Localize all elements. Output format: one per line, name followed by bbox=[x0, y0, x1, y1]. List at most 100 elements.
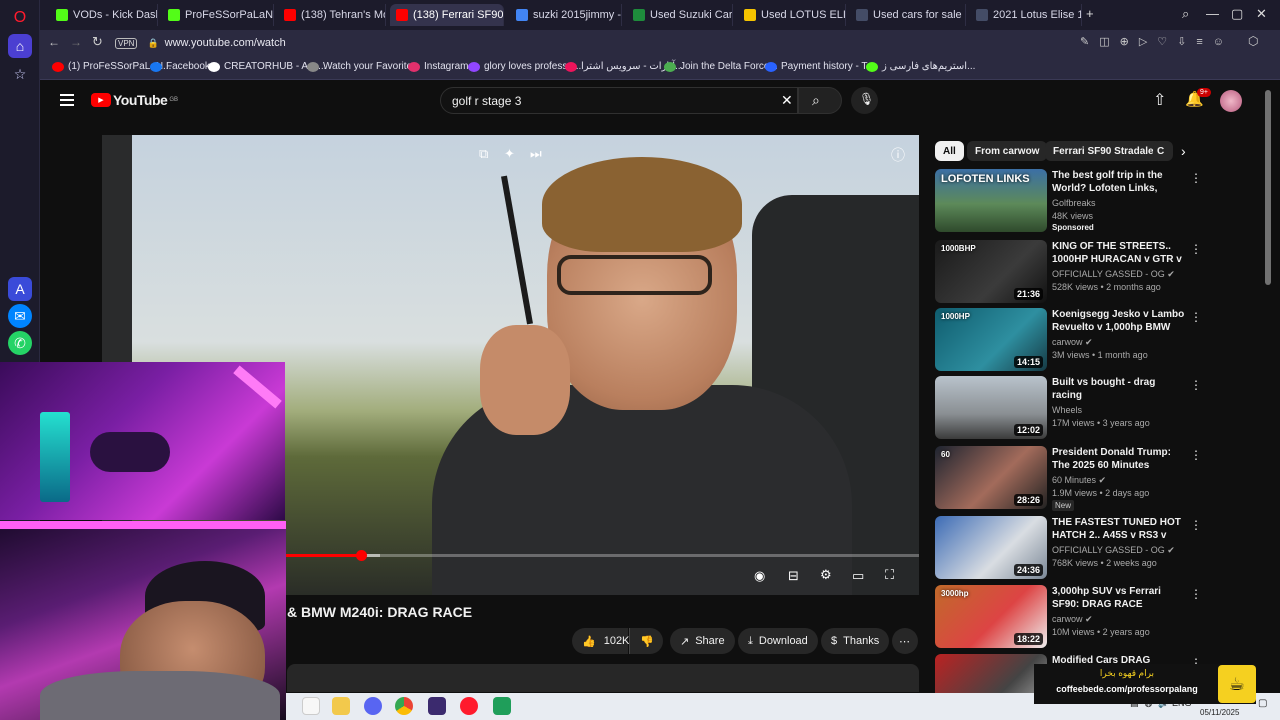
minimize-icon[interactable]: — bbox=[1206, 6, 1219, 21]
channel-row[interactable]: carwow ✔ bbox=[1052, 337, 1093, 348]
aria-icon[interactable]: A bbox=[8, 277, 32, 301]
video-thumbnail[interactable]: 24:36 bbox=[935, 516, 1047, 579]
video-title-link[interactable]: Built vs bought - drag racing bbox=[1052, 376, 1188, 402]
chrome-icon[interactable] bbox=[395, 697, 413, 715]
avatar[interactable] bbox=[1220, 90, 1242, 112]
home-icon[interactable]: ⌂ bbox=[8, 34, 32, 58]
video-title-link[interactable]: President Donald Trump: The 2025 60 Minu… bbox=[1052, 446, 1188, 472]
extensions-icon[interactable]: ⬡ bbox=[1248, 34, 1258, 48]
new-tab-icon[interactable]: + bbox=[1086, 6, 1094, 21]
bookmark-item[interactable]: Watch your Favorite... bbox=[307, 61, 420, 72]
video-thumbnail[interactable]: 60 28:26 bbox=[935, 446, 1047, 509]
recommended-video[interactable]: LOFOTEN LINKS The best golf trip in the W… bbox=[935, 169, 1202, 233]
close-window-icon[interactable]: ✕ bbox=[1256, 6, 1267, 22]
autoplay-toggle-icon[interactable]: ◉ bbox=[754, 568, 765, 584]
search-input[interactable]: golf r stage 3 bbox=[440, 87, 798, 114]
channel-row[interactable]: carwow ✔ bbox=[1052, 614, 1093, 625]
video-title-link[interactable]: Koenigsegg Jesko v Lambo Revuelto v 1,00… bbox=[1052, 308, 1188, 334]
video-thumbnail[interactable]: 12:02 bbox=[935, 376, 1047, 439]
fullscreen-icon[interactable]: ⛶ bbox=[885, 567, 894, 583]
bookmark-item[interactable]: Payment history - Tr... bbox=[765, 61, 878, 72]
clock-date[interactable]: 05/11/2025 bbox=[1200, 708, 1239, 717]
video-menu-icon[interactable]: ⋮ bbox=[1190, 310, 1202, 324]
forward-icon[interactable]: → bbox=[70, 35, 82, 49]
video-menu-icon[interactable]: ⋮ bbox=[1190, 518, 1202, 532]
whatsapp-icon[interactable]: ✆ bbox=[8, 331, 32, 355]
more-actions-button[interactable]: ⋯ bbox=[892, 628, 918, 654]
reload-icon[interactable]: ↻ bbox=[92, 34, 103, 50]
voice-search-button[interactable]: 🎙 bbox=[851, 87, 878, 114]
url-field[interactable]: VPN 🔒 www.youtube.com/watch bbox=[115, 33, 1075, 53]
folder-icon[interactable] bbox=[332, 697, 350, 715]
messenger-icon[interactable]: ✉ bbox=[8, 304, 32, 328]
channel-row[interactable]: OFFICIALLY GASSED - OG ✔ bbox=[1052, 269, 1175, 280]
recommended-video[interactable]: 12:02 Built vs bought - drag racing Wheels… bbox=[935, 376, 1202, 440]
like-button[interactable]: 👍 102K bbox=[572, 628, 629, 654]
search-tabs-icon[interactable]: ⌕ bbox=[1182, 6, 1189, 22]
miniplayer-icon[interactable]: ⧉ bbox=[479, 146, 488, 162]
browser-tab[interactable]: VODs - Kick Dashboard bbox=[50, 4, 158, 26]
opera-taskbar-icon[interactable] bbox=[460, 697, 478, 715]
browser-tab[interactable]: Used Suzuki Cars for Sale bbox=[627, 4, 733, 26]
browser-tab[interactable]: (138) Ferrari SF90 v 1,000 bbox=[390, 4, 504, 26]
video-thumbnail[interactable]: 1000BHP 21:36 bbox=[935, 240, 1047, 303]
dislike-button[interactable]: 👎 bbox=[629, 628, 663, 654]
browser-tab[interactable]: ProFeSSorPaLaNg Videos bbox=[162, 4, 274, 26]
file-icon[interactable] bbox=[302, 697, 320, 715]
chevron-right-icon[interactable]: › bbox=[1181, 143, 1186, 159]
video-title-link[interactable]: KING OF THE STREETS.. 1000HP HURACAN v G… bbox=[1052, 240, 1188, 266]
skip-icon[interactable]: ⏭ bbox=[530, 146, 542, 162]
search-button[interactable]: ⌕ bbox=[798, 87, 842, 114]
video-title-link[interactable]: THE FASTEST TUNED HOT HATCH 2.. A45S v R… bbox=[1052, 516, 1188, 542]
address-bar-actions-icon[interactable]: ✎◫⊕▷♡⇩≡☺ bbox=[1080, 35, 1234, 48]
video-thumbnail[interactable]: LOFOTEN LINKS bbox=[935, 169, 1047, 232]
kick-icon[interactable] bbox=[493, 697, 511, 715]
bookmark-item[interactable]: Instagram bbox=[408, 61, 468, 72]
video-menu-icon[interactable]: ⋮ bbox=[1190, 171, 1202, 185]
bookmark-item[interactable]: Join the Delta Force... bbox=[664, 61, 778, 72]
download-button[interactable]: ⤓ Download bbox=[738, 628, 818, 654]
video-title-link[interactable]: 3,000hp SUV vs Ferrari SF90: DRAG RACE bbox=[1052, 585, 1188, 611]
scrollbar-thumb[interactable] bbox=[1265, 90, 1271, 285]
subtitles-icon[interactable]: ⊟ bbox=[788, 568, 799, 584]
vpn-badge[interactable]: VPN bbox=[115, 37, 138, 49]
video-thumbnail[interactable]: 1000HP 14:15 bbox=[935, 308, 1047, 371]
browser-tab[interactable]: (138) Tehran's Most Luxur bbox=[278, 4, 386, 26]
video-thumbnail[interactable]: 3000hp 18:22 bbox=[935, 585, 1047, 648]
recommended-video[interactable]: 60 28:26 President Donald Trump: The 2025 … bbox=[935, 446, 1202, 511]
share-button[interactable]: ↗ Share bbox=[670, 628, 735, 654]
video-title-link[interactable]: The best golf trip in the World? Lofoten… bbox=[1052, 169, 1188, 195]
recommended-video[interactable]: 24:36 THE FASTEST TUNED HOT HATCH 2.. A45… bbox=[935, 516, 1202, 580]
filter-chip[interactable]: All bbox=[935, 141, 964, 161]
thanks-button[interactable]: $ Thanks bbox=[821, 628, 890, 654]
back-icon[interactable]: ← bbox=[48, 35, 60, 49]
clear-search-icon[interactable]: ✕ bbox=[781, 92, 793, 109]
channel-row[interactable]: Wheels bbox=[1052, 405, 1082, 415]
filter-chip[interactable]: From carwow bbox=[967, 141, 1048, 161]
youtube-logo[interactable]: ▶ YouTube GB bbox=[91, 92, 178, 108]
recommended-video[interactable]: 3000hp 18:22 3,000hp SUV vs Ferrari SF90: … bbox=[935, 585, 1202, 649]
ai-enhance-icon[interactable]: ✦ bbox=[504, 146, 515, 162]
notification-center-icon[interactable]: ▢ bbox=[1258, 698, 1267, 709]
maximize-icon[interactable]: ▢ bbox=[1231, 6, 1243, 22]
video-menu-icon[interactable]: ⋮ bbox=[1190, 587, 1202, 601]
obs-icon[interactable] bbox=[428, 697, 446, 715]
channel-row[interactable]: OFFICIALLY GASSED - OG ✔ bbox=[1052, 545, 1175, 556]
video-menu-icon[interactable]: ⋮ bbox=[1190, 448, 1202, 462]
channel-row[interactable]: Golfbreaks bbox=[1052, 198, 1096, 208]
recommended-video[interactable]: 1000HP 14:15 Koenigsegg Jesko v Lambo Revu… bbox=[935, 308, 1202, 372]
progress-scrubber[interactable] bbox=[356, 550, 368, 561]
discord-icon[interactable] bbox=[364, 697, 382, 715]
description-box[interactable] bbox=[287, 664, 919, 692]
menu-icon[interactable] bbox=[60, 94, 74, 106]
bookmark-item[interactable]: Facebook bbox=[150, 61, 210, 72]
progress-bar[interactable] bbox=[285, 550, 919, 561]
filter-chip[interactable]: C bbox=[1153, 141, 1173, 161]
video-menu-icon[interactable]: ⋮ bbox=[1190, 378, 1202, 392]
bookmark-item[interactable]: استریم‌های فارسی ز... bbox=[866, 61, 975, 72]
info-icon[interactable]: ⓘ bbox=[891, 145, 905, 165]
browser-tab[interactable]: Used cars for sale near me bbox=[850, 4, 966, 26]
browser-tab[interactable]: 2021 Lotus Elise 1.8 Sport bbox=[970, 4, 1082, 26]
upload-icon[interactable]: ⇧ bbox=[1153, 90, 1166, 110]
browser-tab[interactable]: suzki 2015jimmy - Google bbox=[510, 4, 622, 26]
